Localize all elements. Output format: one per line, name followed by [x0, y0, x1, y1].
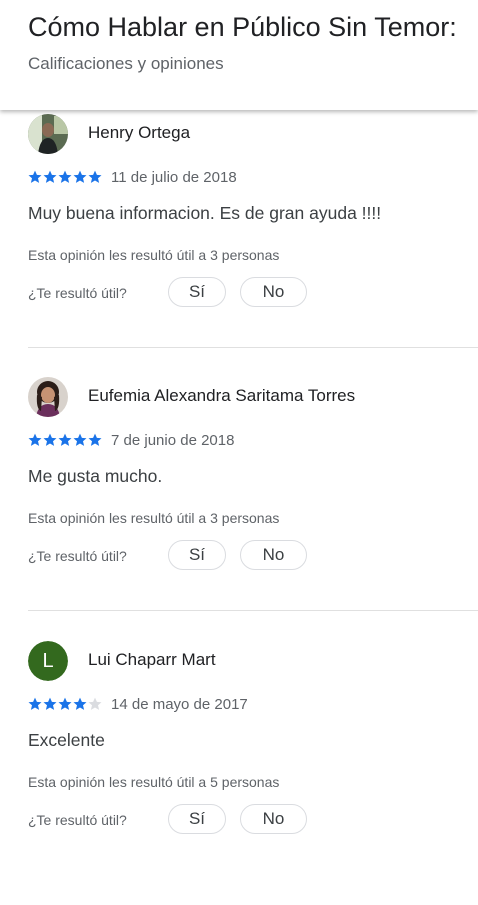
review-date: 7 de junio de 2018: [111, 432, 235, 449]
review-author: Henry Ortega: [88, 123, 191, 142]
star-filled-icon: [73, 697, 87, 710]
review-item: L Lui Chaparr Mart 14 de mayo de 2017 Ex…: [0, 641, 478, 905]
divider: [28, 610, 478, 611]
review-text: Me gusta mucho.: [28, 466, 163, 486]
star-filled-icon: [58, 697, 72, 710]
avatar-photo-icon: [28, 377, 68, 417]
review-text: Excelente: [28, 730, 105, 750]
helpful-yes-button[interactable]: Sí: [168, 277, 226, 307]
star-filled-icon: [28, 170, 42, 183]
helpful-question: ¿Te resultó útil?: [28, 548, 127, 564]
helpful-count: Esta opinión les resultó útil a 5 person…: [28, 774, 280, 790]
star-rating: [28, 433, 103, 447]
page-title: Cómo Hablar en Público Sin Temor:: [28, 12, 457, 42]
star-filled-icon: [73, 433, 87, 446]
helpful-question: ¿Te resultó útil?: [28, 285, 127, 301]
helpful-no-button[interactable]: No: [240, 804, 307, 834]
avatar-letter: L: [28, 641, 68, 681]
review-item: Eufemia Alexandra Saritama Torres 7 de j…: [0, 377, 478, 641]
helpful-no-button[interactable]: No: [240, 540, 307, 570]
star-filled-icon: [58, 170, 72, 183]
reviews-list: Henry Ortega 11 de julio de 2018 Muy bue…: [0, 0, 478, 853]
star-filled-icon: [73, 170, 87, 183]
helpful-yes-button[interactable]: Sí: [168, 804, 226, 834]
avatar[interactable]: L: [28, 641, 68, 681]
star-filled-icon: [88, 170, 102, 183]
helpful-count: Esta opinión les resultó útil a 3 person…: [28, 247, 280, 263]
page-header: Cómo Hablar en Público Sin Temor: Califi…: [0, 0, 478, 110]
helpful-question: ¿Te resultó útil?: [28, 812, 127, 828]
star-filled-icon: [43, 697, 57, 710]
avatar[interactable]: [28, 114, 68, 154]
star-rating: [28, 170, 103, 184]
star-filled-icon: [28, 433, 42, 446]
helpful-count: Esta opinión les resultó útil a 3 person…: [28, 510, 280, 526]
star-filled-icon: [28, 697, 42, 710]
review-date: 11 de julio de 2018: [111, 169, 237, 186]
avatar[interactable]: [28, 377, 68, 417]
review-date: 14 de mayo de 2017: [111, 696, 248, 713]
divider: [28, 347, 478, 348]
star-filled-icon: [43, 170, 57, 183]
page-subtitle: Calificaciones y opiniones: [28, 54, 224, 73]
star-filled-icon: [88, 433, 102, 446]
review-author: Lui Chaparr Mart: [88, 650, 216, 669]
review-item: Henry Ortega 11 de julio de 2018 Muy bue…: [0, 114, 478, 378]
review-author: Eufemia Alexandra Saritama Torres: [88, 386, 356, 405]
star-filled-icon: [58, 433, 72, 446]
helpful-no-button[interactable]: No: [240, 277, 307, 307]
review-text: Muy buena informacion. Es de gran ayuda …: [28, 203, 382, 223]
star-filled-icon: [43, 433, 57, 446]
helpful-yes-button[interactable]: Sí: [168, 540, 226, 570]
avatar-photo-icon: [28, 114, 68, 154]
star-rating: [28, 697, 103, 711]
star-empty-icon: [88, 697, 102, 710]
